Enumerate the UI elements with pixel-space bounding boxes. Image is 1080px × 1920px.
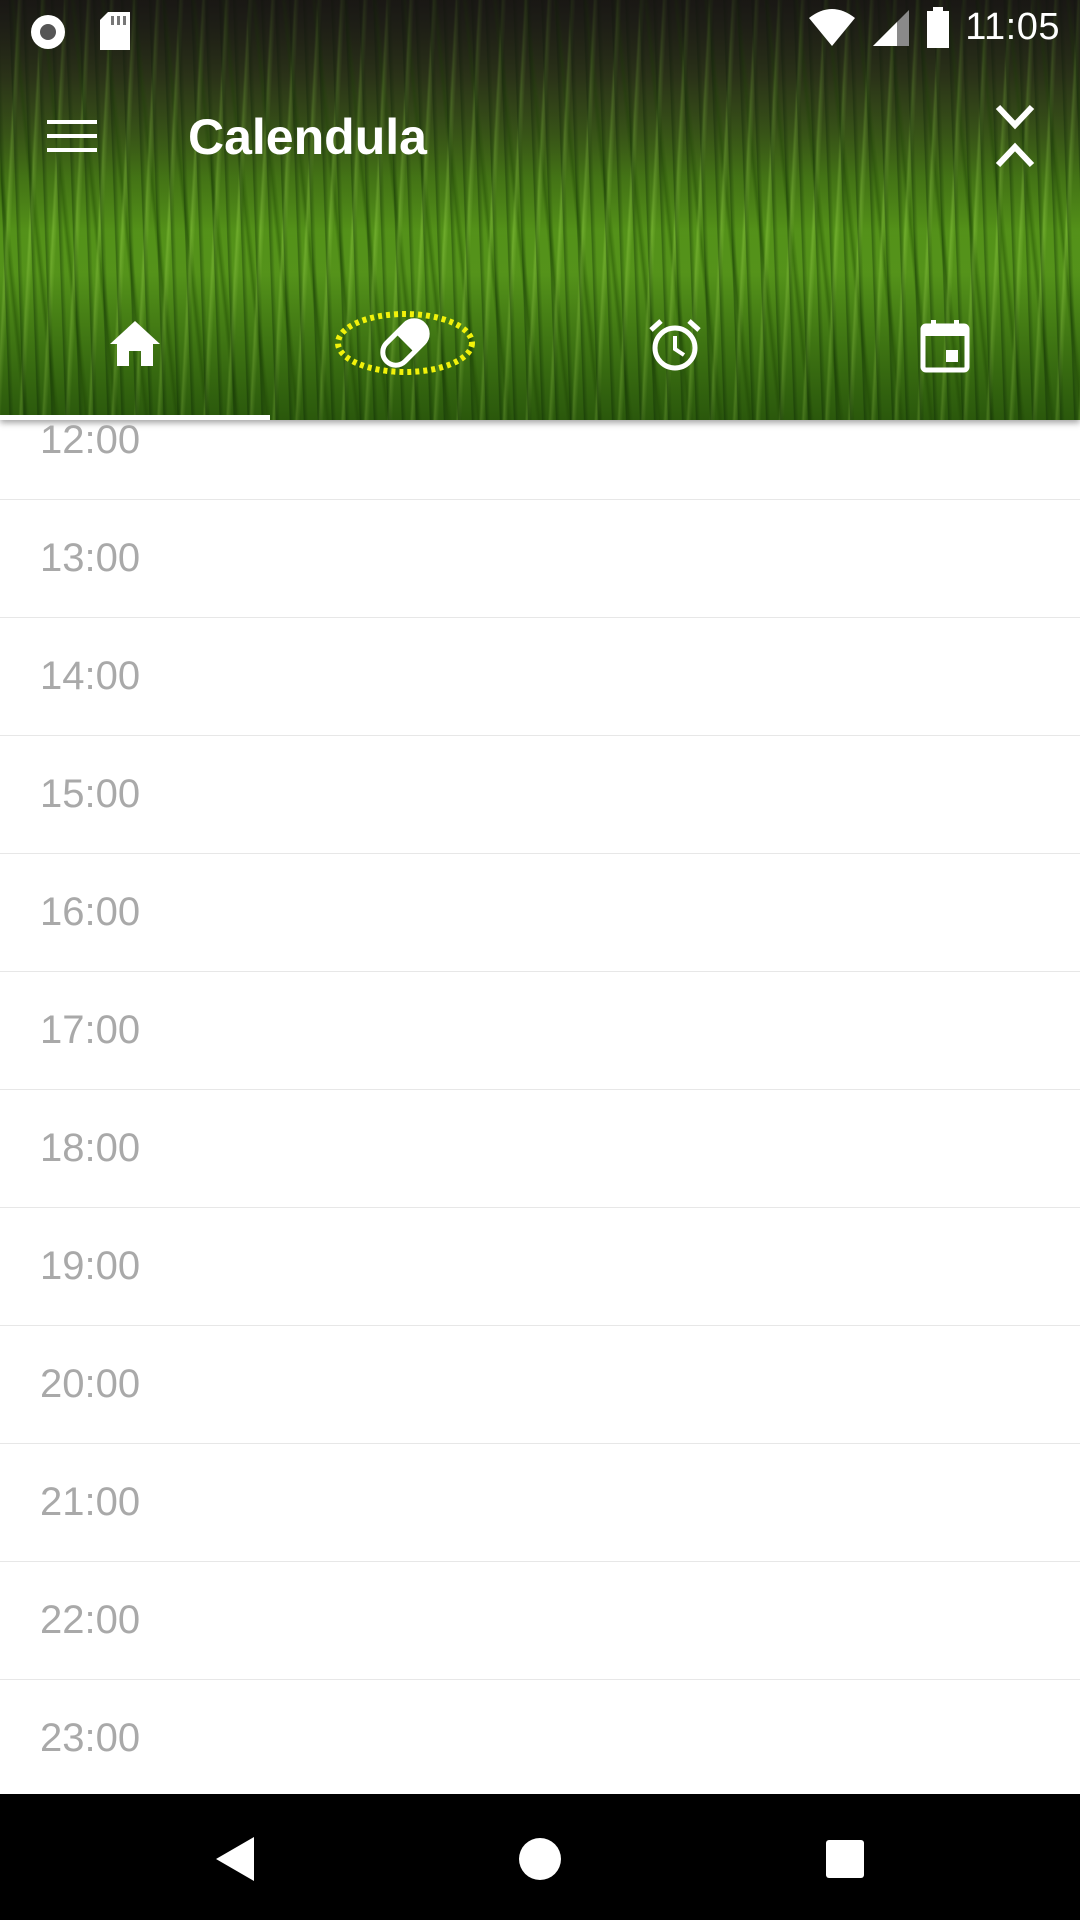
hour-label: 16:00 [40, 890, 141, 934]
hour-row[interactable]: 20:00 [0, 1326, 1080, 1444]
home-circle-icon[interactable] [505, 1824, 575, 1894]
hour-row[interactable]: 12:00 [0, 420, 1080, 500]
record-icon [28, 12, 68, 52]
hour-label: 15:00 [40, 772, 141, 816]
sd-card-icon [98, 12, 132, 52]
hour-list[interactable]: 12:00 13:00 14:00 15:00 16:00 17:00 18:0… [0, 420, 1080, 1794]
hour-row[interactable]: 18:00 [0, 1090, 1080, 1208]
tab-medicines[interactable] [270, 292, 540, 420]
navigation-bar [0, 1794, 1080, 1920]
toolbar: Calendula [0, 64, 1080, 212]
hour-label: 14:00 [40, 654, 141, 698]
back-icon[interactable] [200, 1824, 270, 1894]
tab-schedules[interactable] [810, 292, 1080, 420]
battery-icon [925, 6, 951, 49]
status-bar: 11:05 [0, 0, 1080, 64]
hour-label: 12:00 [40, 420, 141, 462]
hour-row[interactable]: 13:00 [0, 500, 1080, 618]
hamburger-menu-icon[interactable] [40, 104, 104, 168]
hour-label: 21:00 [40, 1480, 141, 1524]
hour-row[interactable]: 19:00 [0, 1208, 1080, 1326]
hour-row[interactable]: 21:00 [0, 1444, 1080, 1562]
status-time: 11:05 [965, 6, 1060, 48]
status-left [28, 12, 132, 52]
hour-label: 18:00 [40, 1126, 141, 1170]
hour-row[interactable]: 22:00 [0, 1562, 1080, 1680]
tab-bar [0, 292, 1080, 420]
hour-row[interactable]: 17:00 [0, 972, 1080, 1090]
alarm-clock-icon [647, 318, 703, 374]
pill-icon [330, 311, 480, 378]
hour-row[interactable]: 23:00 [0, 1680, 1080, 1794]
hour-row[interactable]: 15:00 [0, 736, 1080, 854]
home-icon [107, 318, 163, 368]
tab-home[interactable] [0, 292, 270, 420]
hour-label: 19:00 [40, 1244, 141, 1288]
calendar-icon [919, 318, 971, 374]
hour-label: 22:00 [40, 1598, 141, 1642]
tab-routines[interactable] [540, 292, 810, 420]
hour-row[interactable]: 16:00 [0, 854, 1080, 972]
wifi-icon [807, 8, 857, 48]
app-header: 11:05 Calendula [0, 0, 1080, 420]
status-right: 11:05 [807, 6, 1060, 49]
hour-label: 17:00 [40, 1008, 141, 1052]
hour-label: 13:00 [40, 536, 141, 580]
recents-icon[interactable] [810, 1824, 880, 1894]
hour-row[interactable]: 14:00 [0, 618, 1080, 736]
hour-label: 23:00 [40, 1716, 141, 1760]
collapse-icon[interactable] [980, 96, 1050, 176]
app-title: Calendula [188, 109, 427, 165]
signal-icon [871, 8, 911, 48]
hour-label: 20:00 [40, 1362, 141, 1406]
